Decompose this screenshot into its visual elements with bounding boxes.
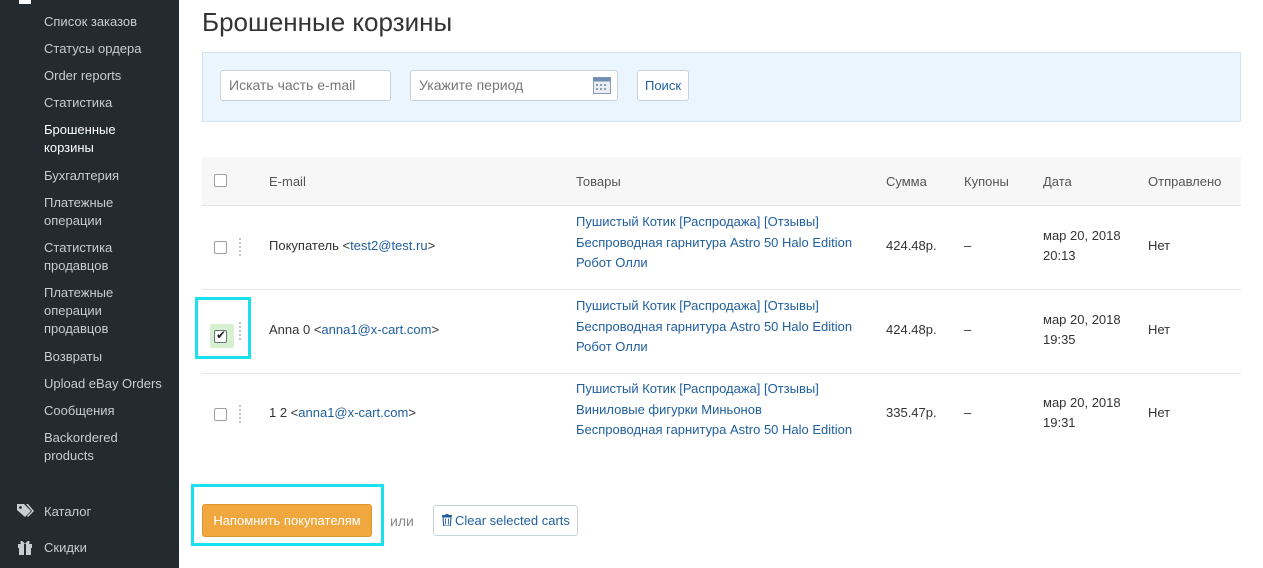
sum-cell: 424.48р. (886, 238, 937, 253)
trash-icon (442, 514, 452, 526)
time-value: 19:31 (1043, 415, 1076, 430)
sidebar-item-orders-list[interactable]: Список заказов (44, 13, 174, 31)
customer-name-close: > (431, 322, 440, 337)
column-header-sent: Отправлено (1148, 174, 1222, 189)
row-checkbox-checked[interactable]: ✔ (214, 328, 227, 343)
sidebar-section-label: Каталог (44, 504, 92, 519)
sent-cell: Нет (1148, 322, 1171, 337)
table-row: Покупатель <test2@test.ru> Пушистый Коти… (202, 206, 1241, 290)
sidebar-item-upload-ebay-orders[interactable]: Upload eBay Orders (44, 375, 174, 393)
product-link[interactable]: Пушистый Котик [Распродажа] [Отзывы] (576, 212, 852, 233)
gift-icon (18, 540, 32, 555)
sum-cell: 335.47р. (886, 405, 937, 420)
products-cell: Пушистый Котик [Распродажа] [Отзывы] Бес… (576, 212, 852, 274)
search-panel: Искать часть e-mail Укажите период Поиск (202, 52, 1241, 122)
column-header-email: E-mail (269, 174, 306, 189)
products-cell: Пушистый Котик [Распродажа] [Отзывы] Вин… (576, 379, 852, 441)
product-link[interactable]: Пушистый Котик [Распродажа] [Отзывы] (576, 379, 852, 400)
customer-name: Anna 0 < (269, 322, 322, 337)
sidebar-item-vendor-statistics[interactable]: Статистика продавцов (44, 239, 134, 275)
sidebar-item-messages[interactable]: Сообщения (44, 402, 174, 420)
select-all-checkbox[interactable] (214, 174, 227, 187)
product-link[interactable]: Пушистый Котик [Распродажа] [Отзывы] (576, 296, 852, 317)
drag-handle[interactable] (239, 322, 243, 340)
sidebar: Список заказов Статусы ордера Order repo… (0, 0, 179, 568)
customer-email-link[interactable]: anna1@x-cart.com (321, 322, 431, 337)
date-value: мар 20, 2018 (1043, 395, 1121, 410)
sidebar-item-payment-operations[interactable]: Платежные операции (44, 194, 134, 230)
or-separator: или (390, 513, 414, 529)
sidebar-item-abandoned-carts[interactable]: Брошенные корзины (44, 121, 134, 157)
sidebar-item-backordered-products[interactable]: Backordered products (44, 429, 134, 465)
row-checkbox[interactable] (214, 241, 227, 254)
period-input[interactable]: Укажите период (410, 70, 618, 101)
coupons-cell: – (964, 322, 972, 337)
products-cell: Пушистый Котик [Распродажа] [Отзывы] Бес… (576, 296, 852, 358)
customer-email-link[interactable]: anna1@x-cart.com (298, 405, 408, 420)
drag-handle[interactable] (239, 238, 243, 256)
remind-customers-button[interactable]: Напомнить покупателям (202, 504, 372, 537)
product-link[interactable]: Виниловые фигурки Миньонов (576, 400, 852, 421)
table-header: E-mail Товары Сумма Купоны Дата Отправле… (202, 157, 1241, 206)
customer-name: 1 2 < (269, 405, 299, 420)
product-link[interactable]: Беспроводная гарнитура Astro 50 Halo Edi… (576, 233, 852, 254)
date-cell: мар 20, 2018 19:35 (1043, 310, 1121, 350)
sidebar-item-returns[interactable]: Возвраты (44, 348, 174, 366)
sidebar-item-vendor-payment-operations[interactable]: Платежные операции продавцов (44, 284, 134, 338)
sidebar-item-statistics[interactable]: Статистика (44, 94, 174, 112)
sent-cell: Нет (1148, 405, 1171, 420)
date-cell: мар 20, 2018 20:13 (1043, 226, 1121, 266)
date-value: мар 20, 2018 (1043, 228, 1121, 243)
email-search-input[interactable]: Искать часть e-mail (220, 70, 391, 101)
row-checkbox[interactable] (214, 408, 227, 421)
sum-cell: 424.48р. (886, 322, 937, 337)
time-value: 20:13 (1043, 248, 1076, 263)
product-link[interactable]: Робот Олли (576, 253, 852, 274)
clear-selected-carts-button[interactable]: Clear selected carts (433, 505, 578, 536)
customer-name-close: > (408, 405, 416, 420)
sidebar-item-order-statuses[interactable]: Статусы ордера (44, 40, 174, 58)
abandoned-carts-table: E-mail Товары Сумма Купоны Дата Отправле… (202, 157, 1241, 456)
time-value: 19:35 (1043, 332, 1076, 347)
checkmark-icon: ✔ (216, 328, 227, 342)
customer-cell: 1 2 <anna1@x-cart.com> (269, 403, 416, 423)
column-header-products: Товары (576, 174, 621, 189)
period-placeholder: Укажите период (419, 77, 524, 93)
product-link[interactable]: Робот Олли (576, 337, 852, 358)
date-cell: мар 20, 2018 19:31 (1043, 393, 1121, 433)
coupons-cell: – (964, 238, 972, 253)
column-header-coupons: Купоны (964, 174, 1009, 189)
calendar-icon[interactable] (593, 76, 611, 94)
customer-name-close: > (427, 238, 436, 253)
page-title: Брошенные корзины (202, 7, 453, 37)
column-header-sum: Сумма (886, 174, 927, 189)
coupons-cell: – (964, 405, 972, 420)
column-header-date: Дата (1043, 174, 1072, 189)
product-link[interactable]: Беспроводная гарнитура Astro 50 Halo Edi… (576, 317, 852, 338)
clear-selected-carts-label: Clear selected carts (455, 513, 570, 528)
sidebar-section-label: Скидки (44, 540, 87, 555)
customer-cell: Покупатель <test2@test.ru> (269, 236, 435, 256)
sidebar-top-icon-fragment (19, 0, 31, 4)
customer-name: Покупатель < (269, 238, 351, 253)
sidebar-item-accounting[interactable]: Бухгалтерия (44, 167, 174, 185)
customer-cell: Anna 0 <anna1@x-cart.com> (269, 320, 439, 340)
sidebar-item-order-reports[interactable]: Order reports (44, 67, 174, 85)
drag-handle[interactable] (239, 405, 243, 423)
search-button[interactable]: Поиск (637, 70, 689, 101)
date-value: мар 20, 2018 (1043, 312, 1121, 327)
table-row: 1 2 <anna1@x-cart.com> Пушистый Котик [Р… (202, 373, 1241, 456)
tags-icon (17, 504, 34, 517)
product-link[interactable]: Беспроводная гарнитура Astro 50 Halo Edi… (576, 420, 852, 441)
customer-email-link[interactable]: test2@test.ru (350, 238, 428, 253)
sent-cell: Нет (1148, 238, 1171, 253)
table-row: ✔ Anna 0 <anna1@x-cart.com> Пушистый Кот… (202, 290, 1241, 374)
